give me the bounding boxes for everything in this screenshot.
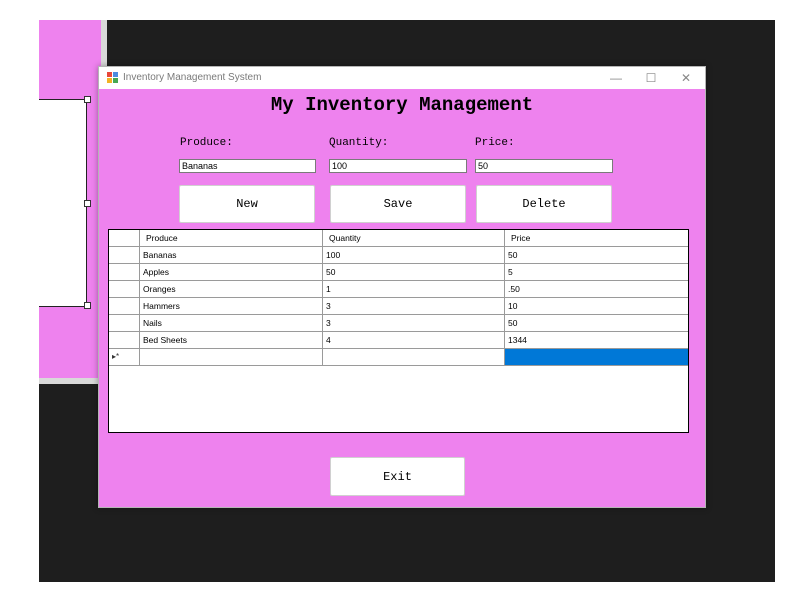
cell-price[interactable]: 10: [505, 298, 688, 315]
cell-price[interactable]: .50: [505, 281, 688, 298]
inventory-grid[interactable]: Produce Quantity Price Bananas 100 50 Ap…: [108, 229, 689, 433]
minimize-icon[interactable]: —: [601, 69, 631, 87]
designer-selected-control[interactable]: [39, 99, 87, 307]
new-button[interactable]: New: [179, 185, 315, 223]
cell-price[interactable]: 50: [505, 247, 688, 264]
new-cell-produce[interactable]: [140, 349, 323, 366]
table-row[interactable]: Apples 50 5: [109, 264, 688, 281]
grid-header: Produce Quantity Price: [109, 230, 688, 247]
new-row[interactable]: ▸*: [109, 349, 688, 366]
cell-quantity[interactable]: 4: [323, 332, 505, 349]
cell-quantity[interactable]: 3: [323, 315, 505, 332]
table-row[interactable]: Hammers 3 10: [109, 298, 688, 315]
cell-quantity[interactable]: 50: [323, 264, 505, 281]
save-button[interactable]: Save: [330, 185, 466, 223]
cell-produce[interactable]: Apples: [140, 264, 323, 281]
row-header[interactable]: [109, 281, 140, 298]
cell-price[interactable]: 50: [505, 315, 688, 332]
produce-input[interactable]: [179, 159, 316, 173]
resize-handle[interactable]: [84, 200, 91, 207]
cell-produce[interactable]: Hammers: [140, 298, 323, 315]
new-row-marker-icon: ▸*: [109, 349, 140, 366]
row-header[interactable]: [109, 315, 140, 332]
page-title: My Inventory Management: [270, 94, 534, 116]
delete-button[interactable]: Delete: [476, 185, 612, 223]
new-cell-quantity[interactable]: [323, 349, 505, 366]
quantity-input[interactable]: [329, 159, 467, 173]
app-window: Inventory Management System — ☐ ✕ My Inv…: [98, 66, 706, 508]
cell-produce[interactable]: Bed Sheets: [140, 332, 323, 349]
column-header-produce[interactable]: Produce: [140, 230, 323, 247]
column-header-price[interactable]: Price: [505, 230, 688, 247]
maximize-icon[interactable]: ☐: [636, 69, 666, 87]
row-header-corner: [109, 230, 140, 247]
quantity-label: Quantity:: [329, 137, 389, 149]
row-header[interactable]: [109, 247, 140, 264]
table-row[interactable]: Bananas 100 50: [109, 247, 688, 264]
cell-price[interactable]: 1344: [505, 332, 688, 349]
cell-price[interactable]: 5: [505, 264, 688, 281]
app-icon: [107, 72, 119, 84]
table-row[interactable]: Bed Sheets 4 1344: [109, 332, 688, 349]
row-header[interactable]: [109, 298, 140, 315]
row-header[interactable]: [109, 332, 140, 349]
cell-quantity[interactable]: 1: [323, 281, 505, 298]
resize-handle[interactable]: [84, 96, 91, 103]
cell-produce[interactable]: Nails: [140, 315, 323, 332]
resize-handle[interactable]: [84, 302, 91, 309]
cell-produce[interactable]: Oranges: [140, 281, 323, 298]
close-icon[interactable]: ✕: [671, 69, 701, 87]
title-bar[interactable]: Inventory Management System — ☐ ✕: [99, 67, 705, 89]
row-header[interactable]: [109, 264, 140, 281]
produce-label: Produce:: [180, 137, 233, 149]
table-row[interactable]: Oranges 1 .50: [109, 281, 688, 298]
new-cell-price-selected[interactable]: [505, 349, 688, 366]
designer-form-border-bottom: [39, 378, 107, 384]
exit-button[interactable]: Exit: [330, 457, 465, 496]
window-title: Inventory Management System: [123, 72, 262, 83]
table-row[interactable]: Nails 3 50: [109, 315, 688, 332]
cell-produce[interactable]: Bananas: [140, 247, 323, 264]
cell-quantity[interactable]: 3: [323, 298, 505, 315]
column-header-quantity[interactable]: Quantity: [323, 230, 505, 247]
price-input[interactable]: [475, 159, 613, 173]
cell-quantity[interactable]: 100: [323, 247, 505, 264]
price-label: Price:: [475, 137, 515, 149]
